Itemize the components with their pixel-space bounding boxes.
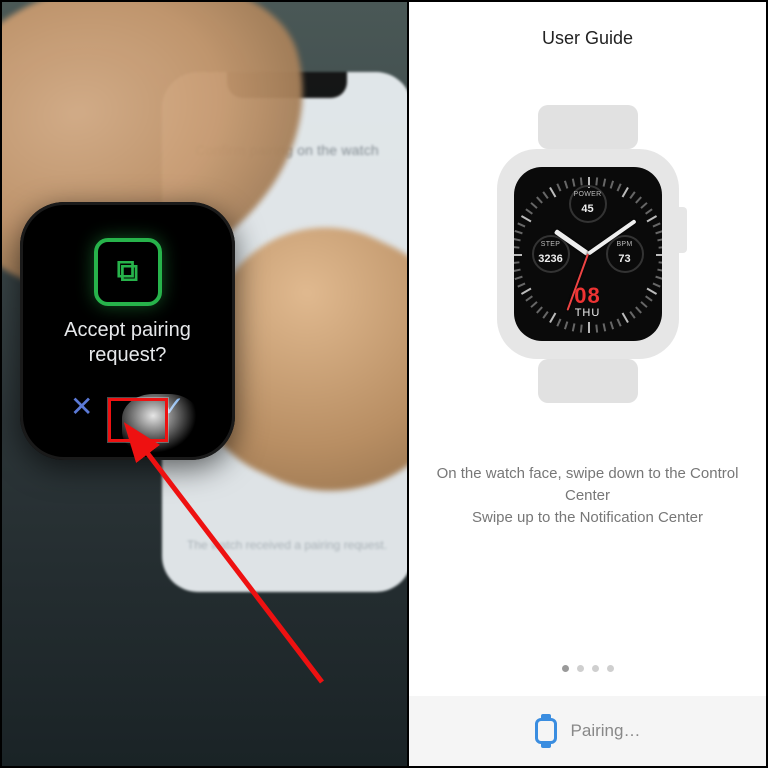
photo-panel: Confirm pairing on the watch The watch r… bbox=[2, 2, 407, 766]
page-dot[interactable] bbox=[607, 665, 614, 672]
subdial-power: POWER 45 bbox=[569, 185, 607, 223]
watch-lug-bottom bbox=[538, 359, 638, 403]
two-panel-layout: Confirm pairing on the watch The watch r… bbox=[0, 0, 768, 768]
watch-face: POWER 45 STEP 3236 BPM 73 08 bbox=[514, 167, 662, 341]
page-dot[interactable] bbox=[592, 665, 599, 672]
decline-button[interactable]: ✕ bbox=[60, 384, 104, 428]
status-text: Pairing… bbox=[571, 721, 641, 741]
subdial-bpm: BPM 73 bbox=[606, 235, 644, 273]
watch-lug-top bbox=[538, 105, 638, 149]
annotation-highlight-box bbox=[108, 398, 168, 442]
date-display: 08 THU bbox=[514, 283, 662, 319]
page-dot[interactable] bbox=[562, 665, 569, 672]
page-dot[interactable] bbox=[577, 665, 584, 672]
watch-outline-icon bbox=[535, 718, 557, 744]
watch-case: POWER 45 STEP 3236 BPM 73 08 bbox=[497, 149, 679, 359]
pairing-status-bar: Pairing… bbox=[409, 696, 766, 766]
link-icon: ⧉ bbox=[94, 238, 162, 306]
user-guide-panel: User Guide POWER 45 STEP 3236 BPM bbox=[407, 2, 766, 766]
pairing-prompt-text: Accept pairing request? bbox=[64, 318, 191, 368]
page-indicator[interactable] bbox=[409, 665, 766, 672]
page-title: User Guide bbox=[542, 28, 633, 49]
phone-sub-text: The watch received a pairing request. bbox=[172, 538, 402, 552]
instruction-text: On the watch face, swipe down to the Con… bbox=[409, 463, 766, 528]
close-icon: ✕ bbox=[70, 390, 93, 423]
watch-illustration: POWER 45 STEP 3236 BPM 73 08 bbox=[497, 105, 679, 403]
watch-crown bbox=[675, 207, 687, 253]
link-glyph: ⧉ bbox=[117, 254, 138, 288]
